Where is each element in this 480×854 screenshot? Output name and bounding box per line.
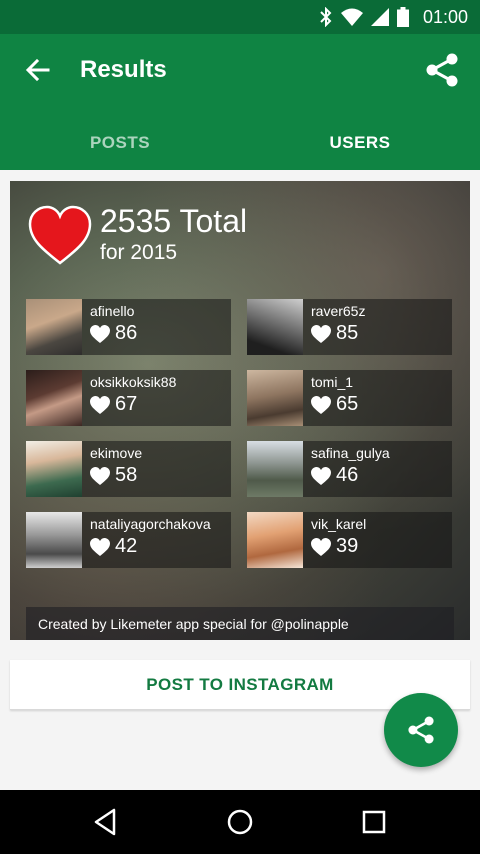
page-title: Results (80, 56, 167, 83)
tab-posts[interactable]: POSTS (0, 116, 240, 170)
like-count: 42 (115, 535, 138, 557)
username: raver65z (311, 303, 366, 319)
username: safina_gulya (311, 445, 390, 461)
avatar (26, 299, 82, 355)
like-count: 67 (115, 393, 138, 415)
recents-nav-icon[interactable] (358, 806, 390, 838)
credit-note: Created by Likemeter app special for @po… (26, 607, 454, 640)
username: oksikkoksik88 (90, 374, 177, 390)
user-card[interactable]: vik_karel 39 (247, 512, 452, 568)
user-card[interactable]: oksikkoksik88 67 (26, 370, 231, 426)
like-count: 85 (336, 322, 359, 344)
system-nav-bar (0, 790, 480, 854)
user-card[interactable]: afinello 86 (26, 299, 231, 355)
avatar (247, 299, 303, 355)
heart-icon (311, 395, 331, 414)
heart-icon (311, 466, 331, 485)
app-bar: Results POSTS USERS (0, 34, 480, 170)
username: tomi_1 (311, 374, 354, 390)
avatar (26, 512, 82, 568)
wifi-icon (340, 8, 363, 26)
total-likes: 2535 Total (100, 203, 248, 239)
avatar (247, 370, 303, 426)
like-count: 46 (336, 464, 359, 486)
heart-icon (311, 324, 331, 343)
avatar (26, 441, 82, 497)
user-card[interactable]: tomi_1 65 (247, 370, 452, 426)
share-icon[interactable] (422, 50, 462, 90)
heart-icon (90, 537, 110, 556)
heart-icon (90, 324, 110, 343)
avatar (247, 512, 303, 568)
user-card[interactable]: ekimove 58 (26, 441, 231, 497)
bluetooth-icon (319, 7, 333, 27)
like-count: 58 (115, 464, 138, 486)
back-nav-icon[interactable] (90, 806, 122, 838)
heart-icon (90, 395, 110, 414)
user-card[interactable]: safina_gulya 46 (247, 441, 452, 497)
period-label: for 2015 (100, 241, 178, 264)
status-bar: 01:00 (0, 0, 480, 34)
signal-icon (370, 8, 389, 26)
like-count: 39 (336, 535, 359, 557)
avatar (247, 441, 303, 497)
tab-bar: POSTS USERS (0, 116, 480, 170)
share-icon (408, 716, 434, 744)
user-card[interactable]: raver65z 85 (247, 299, 452, 355)
share-fab-button[interactable] (384, 693, 458, 767)
tab-users[interactable]: USERS (240, 116, 480, 170)
heart-icon (311, 537, 331, 556)
back-arrow-icon[interactable] (22, 54, 54, 86)
username: vik_karel (311, 516, 367, 532)
avatar (26, 370, 82, 426)
battery-icon (396, 7, 409, 27)
heart-icon (28, 205, 92, 265)
user-card[interactable]: nataliyagorchakova 42 (26, 512, 231, 568)
results-card: 2535 Total for 2015 afinello 86 raver65z… (10, 181, 470, 640)
username: afinello (90, 303, 135, 319)
home-nav-icon[interactable] (224, 806, 256, 838)
heart-icon (90, 466, 110, 485)
username: nataliyagorchakova (90, 516, 211, 532)
username: ekimove (90, 445, 143, 461)
status-time: 01:00 (422, 6, 468, 27)
like-count: 86 (115, 322, 138, 344)
like-count: 65 (336, 393, 359, 415)
